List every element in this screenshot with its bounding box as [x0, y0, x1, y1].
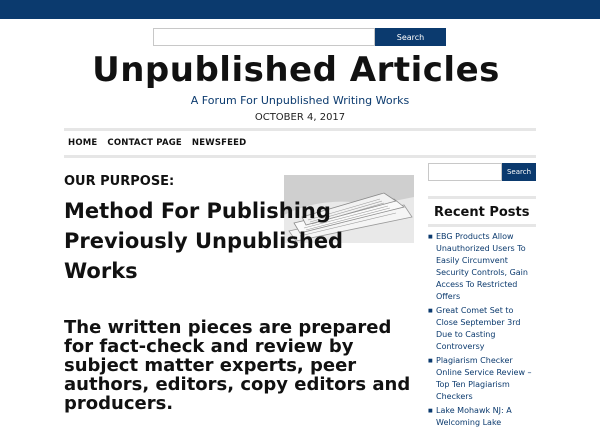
header-search-button[interactable]: Search — [375, 28, 446, 46]
nav-item-home[interactable]: HOME — [68, 138, 97, 148]
nav-item-newsfeed[interactable]: NEWSFEED — [192, 138, 247, 148]
site-tagline: A Forum For Unpublished Writing Works — [190, 94, 410, 107]
recent-post-link[interactable]: Lake Mohawk NJ: A Welcoming Lake — [428, 405, 536, 429]
site-title[interactable]: Unpublished Articles — [0, 50, 592, 90]
sidebar-search-button[interactable]: Search — [502, 163, 536, 181]
sidebar-search-form: Search — [428, 163, 536, 181]
main-navigation: HOME CONTACT PAGE NEWSFEED — [64, 128, 536, 158]
main-body-text: The written pieces are prepared for fact… — [64, 317, 411, 414]
recent-post-link[interactable]: Great Comet Set to Close September 3rd D… — [428, 305, 536, 353]
top-bar — [0, 0, 600, 19]
sidebar-search-input[interactable] — [428, 163, 502, 181]
recent-post-link[interactable]: Plagiarism Checker Online Service Review… — [428, 355, 536, 403]
recent-posts-widget: Recent Posts EBG Products Allow Unauthor… — [428, 196, 536, 431]
recent-post-link[interactable]: EBG Products Allow Unauthorized Users To… — [428, 231, 536, 303]
header-search-form: Search — [153, 28, 446, 46]
current-date: OCTOBER 4, 2017 — [254, 112, 346, 123]
nav-item-contact-page[interactable]: CONTACT PAGE — [107, 138, 182, 148]
purpose-label: OUR PURPOSE: — [64, 174, 175, 189]
header-search-input[interactable] — [153, 28, 375, 46]
recent-posts-title: Recent Posts — [428, 199, 536, 227]
main-heading: Method For Publishing Previously Unpubli… — [64, 199, 344, 283]
